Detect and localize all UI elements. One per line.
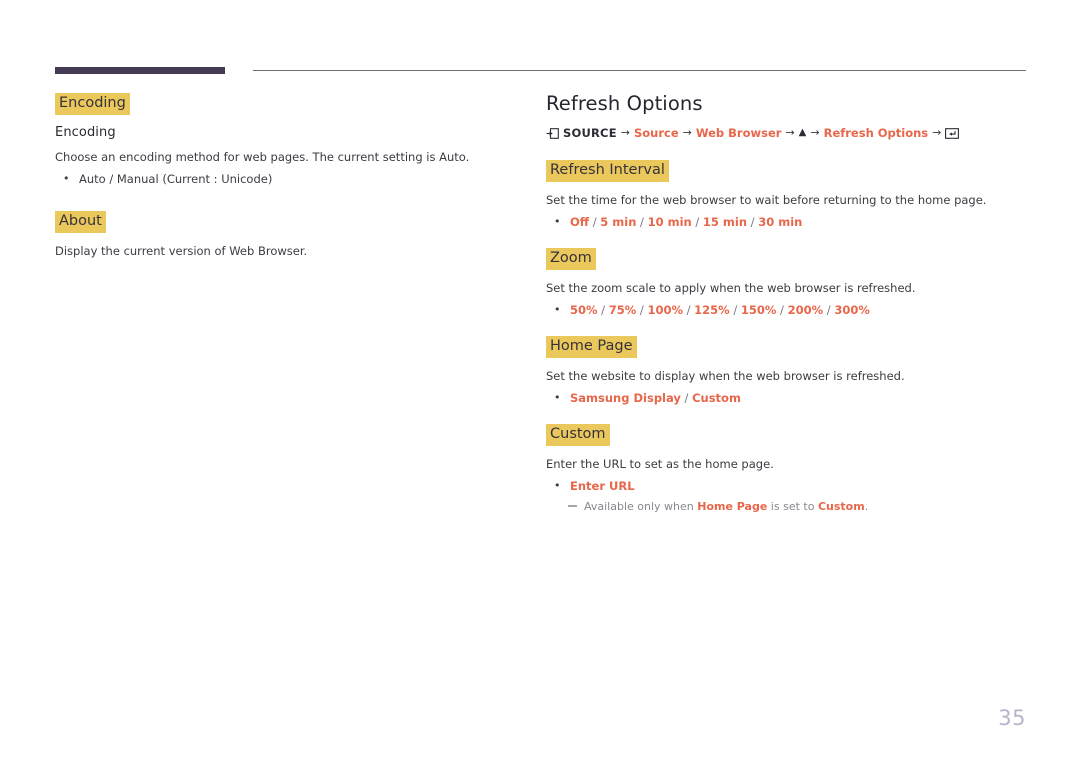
options-list-custom: Enter URL (546, 477, 1026, 495)
description-home-page: Set the website to display when the web … (546, 369, 905, 384)
option-value[interactable]: 100% (647, 303, 683, 317)
breadcrumb: SOURCE → Source → Web Browser → ▲ → Refr… (546, 125, 1026, 141)
breadcrumb-arrow: → (810, 126, 820, 139)
list-item: Auto / Manual (Current : Unicode) (55, 170, 495, 188)
section-heading-wrap: Encoding (55, 92, 495, 116)
section-heading-wrap: About (55, 210, 495, 234)
manual-page: Encoding Encoding Choose an encoding met… (0, 0, 1080, 763)
section-heading-wrap: Custom (546, 423, 1026, 447)
section-refresh-interval: Refresh Interval Set the time for the we… (546, 159, 1026, 231)
option-value[interactable]: 150% (741, 303, 777, 317)
page-title: Refresh Options (546, 92, 703, 115)
section-heading-encoding: Encoding (55, 93, 130, 116)
option-value[interactable]: 5 min (600, 215, 636, 229)
right-column: Refresh Options SOURCE → Source → Web Br… (546, 92, 1026, 515)
option-value[interactable]: 200% (788, 303, 824, 317)
breadcrumb-item-source[interactable]: Source (634, 125, 679, 141)
option-value-enter-url[interactable]: Enter URL (570, 479, 635, 493)
section-encoding: Encoding Encoding Choose an encoding met… (55, 92, 495, 188)
option-value[interactable]: 30 min (758, 215, 802, 229)
note-bold-custom: Custom (817, 500, 865, 514)
section-heading-wrap: Refresh Interval (546, 159, 1026, 183)
description-encoding: Choose an encoding method for web pages.… (55, 150, 470, 165)
breadcrumb-arrow: → (620, 126, 630, 139)
list-item: Off / 5 min / 10 min / 15 min / 30 min (546, 213, 1026, 231)
breadcrumb-arrow: → (682, 126, 692, 139)
options-list-refresh-interval: Off / 5 min / 10 min / 15 min / 30 min (546, 213, 1026, 231)
section-heading-wrap: Zoom (546, 247, 1026, 271)
subheading-encoding: Encoding (55, 125, 116, 141)
options-list-encoding: Auto / Manual (Current : Unicode) (55, 170, 495, 188)
note-middle: is set to (767, 500, 818, 514)
header-rule-bar (55, 67, 225, 74)
list-item: Samsung Display / Custom (546, 389, 1026, 407)
note-suffix: . (864, 500, 869, 514)
option-value[interactable]: 300% (834, 303, 870, 317)
breadcrumb-arrow: → (785, 126, 795, 139)
options-list-zoom: 50% / 75% / 100% / 125% / 150% / 200% / … (546, 301, 1026, 319)
section-heading-zoom: Zoom (546, 248, 596, 271)
page-number: 35 (998, 706, 1026, 730)
section-zoom: Zoom Set the zoom scale to apply when th… (546, 247, 1026, 319)
breadcrumb-item-web-browser[interactable]: Web Browser (696, 125, 782, 141)
left-column: Encoding Encoding Choose an encoding met… (55, 92, 495, 265)
section-heading-wrap: Home Page (546, 335, 1026, 359)
note-custom: Available only when Home Page is set to … (546, 499, 1026, 515)
option-value: Auto / Manual (Current : Unicode) (79, 172, 273, 187)
section-home-page: Home Page Set the website to display whe… (546, 335, 1026, 407)
list-item: Enter URL (546, 477, 1026, 495)
section-custom: Custom Enter the URL to set as the home … (546, 423, 1026, 515)
option-value[interactable]: 50% (570, 303, 598, 317)
breadcrumb-arrow: → (932, 126, 942, 139)
enter-key-icon (945, 127, 960, 139)
section-heading-custom: Custom (546, 424, 610, 447)
description-about: Display the current version of Web Brows… (55, 244, 308, 259)
section-heading-about: About (55, 211, 106, 234)
note-prefix: Available only when (584, 500, 698, 514)
header-rule-line (253, 70, 1026, 71)
list-item: 50% / 75% / 100% / 125% / 150% / 200% / … (546, 301, 1026, 319)
option-value[interactable]: 75% (609, 303, 637, 317)
section-about: About Display the current version of Web… (55, 210, 495, 259)
section-heading-refresh-interval: Refresh Interval (546, 160, 669, 183)
section-heading-home-page: Home Page (546, 336, 637, 359)
up-arrow-icon: ▲ (798, 127, 807, 138)
option-value[interactable]: 125% (694, 303, 730, 317)
note-bold-home-page: Home Page (697, 500, 768, 514)
option-value[interactable]: Samsung Display (570, 391, 681, 405)
option-value[interactable]: 10 min (648, 215, 692, 229)
source-input-icon (546, 127, 559, 139)
option-value[interactable]: 15 min (703, 215, 747, 229)
description-refresh-interval: Set the time for the web browser to wait… (546, 193, 987, 208)
breadcrumb-source-label: SOURCE (563, 126, 617, 140)
options-list-home-page: Samsung Display / Custom (546, 389, 1026, 407)
option-value[interactable]: Off (570, 215, 589, 229)
breadcrumb-item-refresh-options[interactable]: Refresh Options (824, 125, 929, 141)
description-custom: Enter the URL to set as the home page. (546, 457, 774, 472)
option-value[interactable]: Custom (692, 391, 741, 405)
description-zoom: Set the zoom scale to apply when the web… (546, 281, 916, 296)
